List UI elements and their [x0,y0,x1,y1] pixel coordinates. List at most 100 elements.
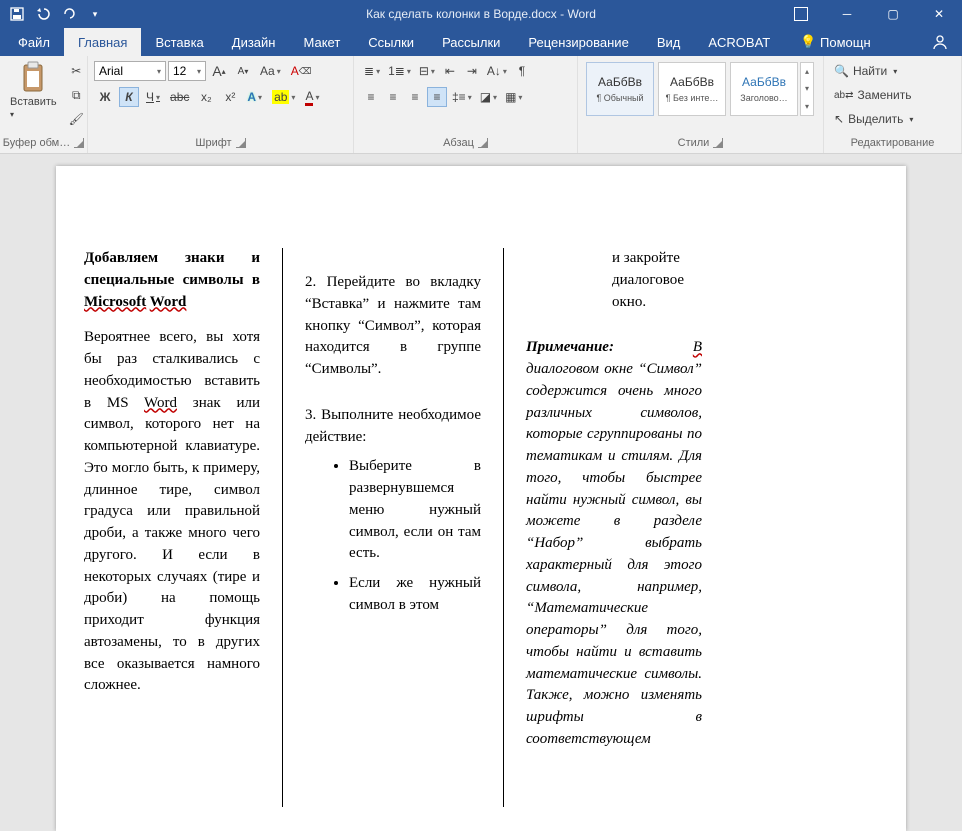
font-name-select[interactable]: Arial [94,61,166,81]
list-item[interactable]: Выберите в развернувшемся меню нужный си… [349,456,481,565]
column-separator-2 [503,248,504,807]
decrease-indent-button[interactable]: ⇤ [440,61,460,81]
window-controls: ─ ▢ ✕ [778,0,962,28]
list-item[interactable]: Если же нужный символ в этом [349,573,481,617]
column-3[interactable]: и закройте диалоговое окно. Примечание: … [526,248,702,807]
numbering-button[interactable]: 1≣ [385,61,414,81]
paragraph-launcher[interactable] [478,138,488,148]
body-text[interactable]: 2. Перейдите во вкладку “Вставка” и нажм… [305,272,481,381]
replace-button[interactable]: ab⇄Заменить [830,84,915,106]
select-button[interactable]: ↖Выделить▾ [830,108,917,130]
tab-file[interactable]: Файл [4,28,64,56]
bullets-button[interactable]: ≣ [361,61,383,81]
tab-references[interactable]: Ссылки [354,28,428,56]
shrink-font-button[interactable]: A▾ [233,61,253,81]
page[interactable]: Добавляем знаки и специальные символы в … [56,166,906,831]
styles-group-label: Стили [678,137,710,149]
grow-font-button[interactable]: A▴ [209,61,229,81]
close-button[interactable]: ✕ [916,0,962,28]
text-effects-button[interactable]: A [244,87,265,107]
align-center-button[interactable]: ≡ [383,87,403,107]
column-2[interactable]: 2. Перейдите во вкладку “Вставка” и нажм… [305,248,481,807]
show-marks-button[interactable]: ¶ [512,61,532,81]
style-normal[interactable]: АаБбВв ¶ Обычный [586,62,654,116]
clear-formatting-button[interactable]: A⌫ [288,61,315,81]
superscript-button[interactable]: x² [220,87,240,107]
column-1[interactable]: Добавляем знаки и специальные символы в … [84,248,260,807]
tab-acrobat[interactable]: ACROBAT [694,28,784,56]
user-icon[interactable] [913,28,962,56]
tab-review[interactable]: Рецензирование [514,28,642,56]
justify-button[interactable]: ≡ [427,87,447,107]
group-styles: АаБбВв ¶ Обычный АаБбВв ¶ Без инте… АаБб… [578,56,824,153]
italic-button[interactable]: К [119,87,139,107]
change-case-button[interactable]: Aa [257,61,284,81]
underline-button[interactable]: Ч [143,87,163,107]
tab-insert[interactable]: Вставка [141,28,217,56]
heading-text[interactable]: Добавляем знаки и специальные символы в … [84,248,260,313]
paste-button[interactable]: Вставить ▾ [6,60,61,122]
tab-layout[interactable]: Макет [289,28,354,56]
align-right-button[interactable]: ≡ [405,87,425,107]
body-text[interactable]: и закройте диалоговое окно. [526,248,702,313]
shading-button[interactable]: ◪ [477,87,500,107]
font-color-button[interactable]: A [302,87,322,107]
lightbulb-icon: 💡 [800,34,816,50]
tab-design[interactable]: Дизайн [218,28,290,56]
maximize-button[interactable]: ▢ [870,0,916,28]
style-heading1[interactable]: АаБбВв Заголово… [730,62,798,116]
group-paragraph: ≣ 1≣ ⊟ ⇤ ⇥ A↓ ¶ ≡ ≡ ≡ ≡ ‡≡ ◪ ▦ Абзац [354,56,578,153]
font-group-label: Шрифт [195,137,231,149]
font-launcher[interactable] [236,138,246,148]
font-size-select[interactable]: 12 [168,61,206,81]
highlight-button[interactable]: ab [269,87,298,107]
tab-home[interactable]: Главная [64,28,141,56]
find-button[interactable]: 🔍Найти▾ [830,60,901,82]
ribbon-display-options[interactable] [778,0,824,28]
group-font: Arial 12 A▴ A▾ Aa A⌫ Ж К Ч abc x₂ x² A a… [88,56,354,153]
ribbon: Вставить ▾ ✂ ⧉ 🖌 Буфер обм… Arial 12 A▴ … [0,56,962,154]
quick-access-toolbar: ▾ [0,3,112,25]
undo-button[interactable] [32,3,54,25]
customize-qat[interactable]: ▾ [84,3,106,25]
cursor-icon: ↖ [834,112,844,126]
paragraph-group-label: Абзац [443,137,474,149]
increase-indent-button[interactable]: ⇥ [462,61,482,81]
copy-button[interactable]: ⧉ [66,85,87,105]
column-separator-1 [282,248,283,807]
redo-button[interactable] [58,3,80,25]
styles-more-button[interactable]: ▴▾▾ [800,62,814,116]
line-spacing-button[interactable]: ‡≡ [449,87,475,107]
save-button[interactable] [6,3,28,25]
editing-group-label: Редактирование [851,137,935,149]
tab-view[interactable]: Вид [643,28,695,56]
body-text[interactable]: Вероятнее всего, вы хотя бы раз сталкива… [84,327,260,697]
bold-button[interactable]: Ж [95,87,115,107]
titlebar: ▾ Как сделать колонки в Ворде.docx - Wor… [0,0,962,28]
document-area: Добавляем знаки и специальные символы в … [0,154,962,831]
multilevel-button[interactable]: ⊟ [416,61,438,81]
tell-me[interactable]: 💡 Помощн [786,28,884,56]
styles-launcher[interactable] [713,138,723,148]
strikethrough-button[interactable]: abc [167,87,192,107]
tab-mailings[interactable]: Рассылки [428,28,514,56]
search-icon: 🔍 [834,64,849,78]
clipboard-launcher[interactable] [74,138,84,148]
sort-button[interactable]: A↓ [484,61,510,81]
style-no-spacing[interactable]: АаБбВв ¶ Без инте… [658,62,726,116]
note-text[interactable]: Примечание: В диалоговом окне “Символ” с… [526,337,702,750]
subscript-button[interactable]: x₂ [196,87,216,107]
format-painter-button[interactable]: 🖌 [66,109,87,129]
body-text[interactable]: 3. Выполните необходимое действие: [305,405,481,449]
bullet-list[interactable]: Выберите в развернувшемся меню нужный си… [305,456,481,616]
account-area[interactable] [885,28,913,56]
group-clipboard: Вставить ▾ ✂ ⧉ 🖌 Буфер обм… [0,56,88,153]
cut-button[interactable]: ✂ [66,61,87,81]
columns-container: Добавляем знаки и специальные символы в … [84,248,878,807]
borders-button[interactable]: ▦ [502,87,525,107]
window-title: Как сделать колонки в Ворде.docx - Word [366,7,596,21]
clipboard-group-label: Буфер обм… [3,137,70,149]
replace-icon: ab⇄ [834,90,854,101]
align-left-button[interactable]: ≡ [361,87,381,107]
minimize-button[interactable]: ─ [824,0,870,28]
